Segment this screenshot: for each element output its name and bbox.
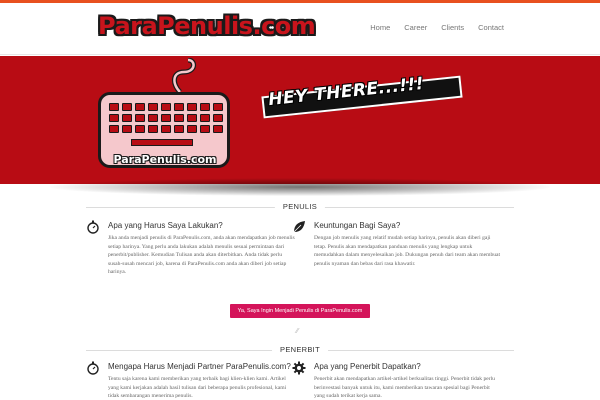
nav-item-clients[interactable]: Clients [441, 23, 464, 32]
block-title: Keuntungan Bagi Saya? [314, 221, 401, 230]
site-header: ParaPenulis.com Home Career Clients Cont… [0, 3, 600, 55]
divider-ornament-icon: ⁄⁄ [296, 327, 299, 335]
block-body: Dengan job menulis yang relatif mudah se… [314, 235, 501, 267]
block-body: Tentu saja karena kami memberikan yang t… [108, 376, 287, 400]
block-title: Apa yang Penerbit Dapatkan? [314, 362, 421, 371]
nav-item-contact[interactable]: Contact [478, 23, 504, 32]
keyboard-label: ParaPenulis.com [113, 153, 217, 166]
nav-item-home[interactable]: Home [370, 23, 390, 32]
section-heading-penulis: PENULIS [86, 202, 514, 212]
banner-shadow [50, 178, 550, 196]
stopwatch-icon [87, 220, 99, 234]
become-writer-button[interactable]: Ya, Saya Ingin Menjadi Penulis di ParaPe… [230, 304, 370, 318]
block-title: Mengapa Harus Menjadi Partner ParaPenuli… [108, 362, 291, 371]
hero-banner [0, 56, 600, 184]
section-title: PENERBIT [272, 345, 328, 354]
section-title: PENULIS [274, 202, 326, 211]
keyboard-keys [109, 103, 223, 133]
block-body: Jika anda menjadi penulis di ParaPenulis… [108, 235, 295, 276]
section-heading-penerbit: PENERBIT [86, 345, 514, 355]
block-body: Penerbit akan mendapatkan artikel-artike… [314, 376, 495, 400]
block-title: Apa yang Harus Saya Lakukan? [108, 221, 223, 230]
gear-icon [292, 361, 306, 375]
keyboard-cable-icon [172, 58, 196, 94]
leaf-icon [293, 221, 305, 233]
site-logo[interactable]: ParaPenulis.com [98, 12, 316, 40]
nav-item-career[interactable]: Career [404, 23, 427, 32]
keyboard-spacebar [131, 139, 193, 146]
main-nav: Home Career Clients Contact [356, 23, 504, 32]
stopwatch-icon [87, 361, 99, 375]
